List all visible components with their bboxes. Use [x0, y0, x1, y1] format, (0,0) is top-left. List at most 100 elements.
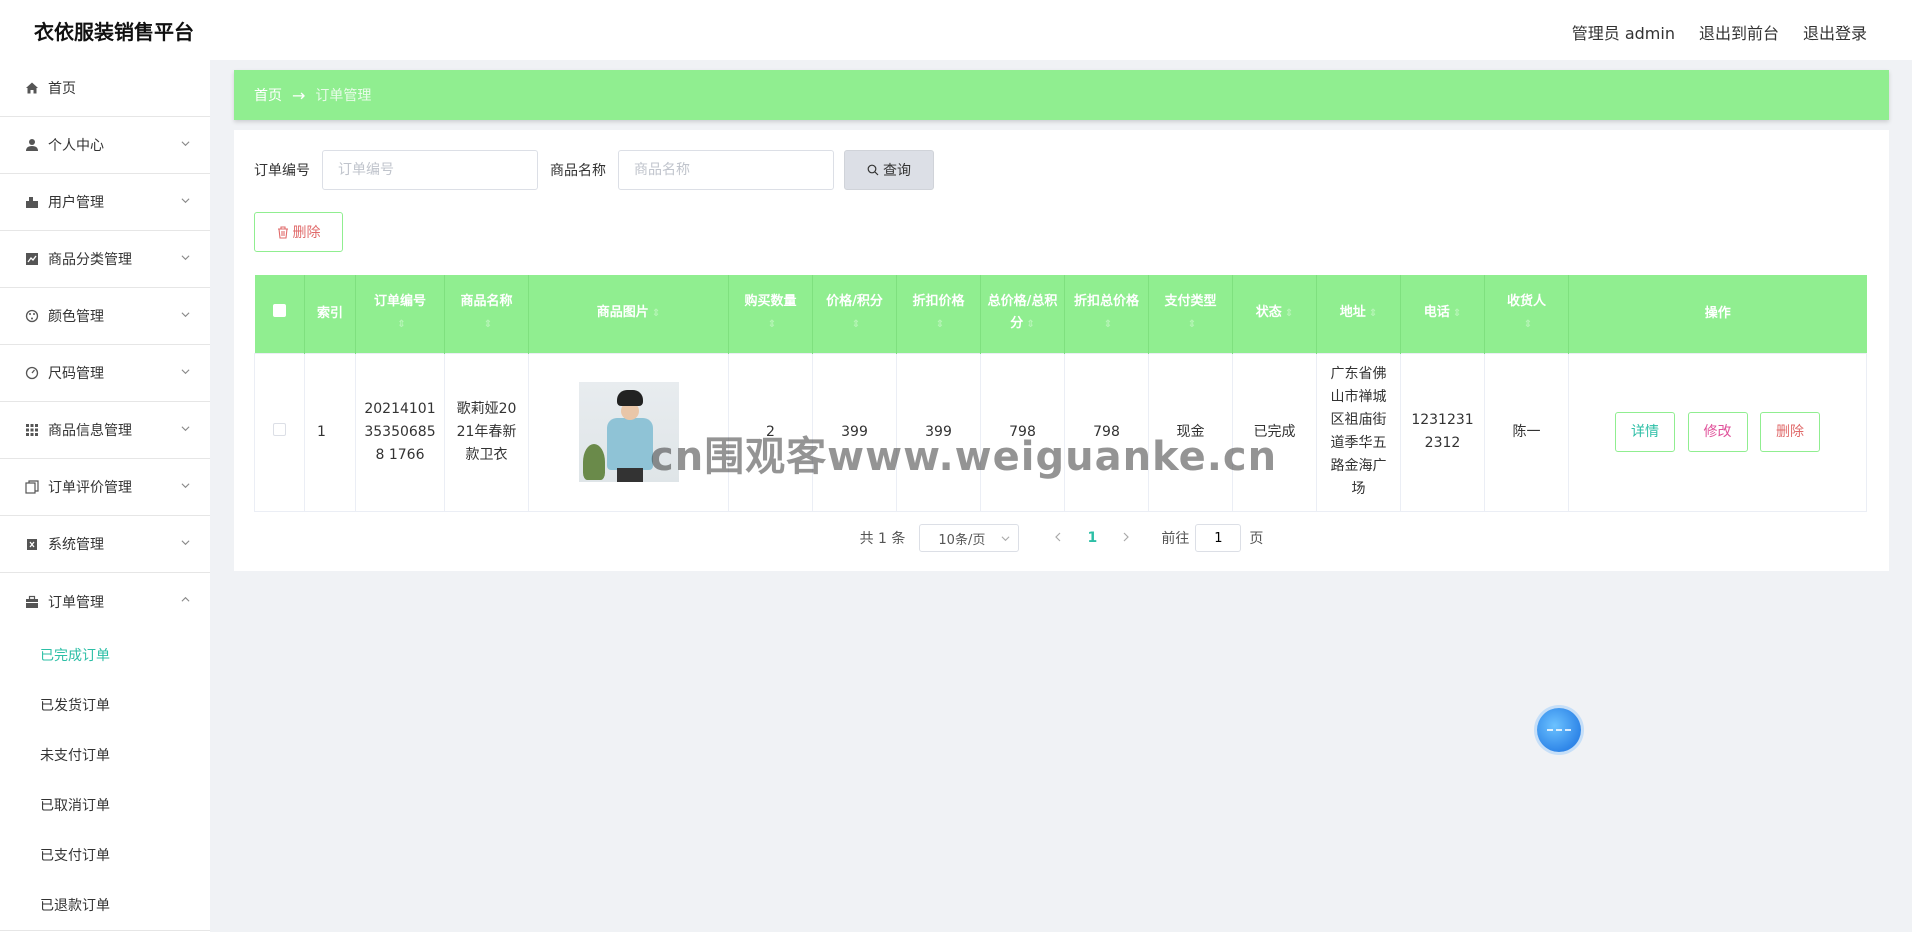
- chevron-left-icon: [1055, 532, 1061, 542]
- sidebar-item-label: 用户管理: [48, 195, 104, 211]
- sidebar-item-order-management[interactable]: 订单管理: [0, 573, 210, 630]
- chevron-down-icon: [181, 369, 190, 375]
- sidebar-item-user-management[interactable]: 用户管理: [0, 174, 210, 231]
- submenu-shipped-orders[interactable]: 已发货订单: [0, 680, 210, 730]
- order-no-input[interactable]: [322, 150, 538, 190]
- chevron-up-icon: [181, 596, 190, 602]
- sidebar-item-label: 订单评价管理: [48, 480, 132, 496]
- col-total[interactable]: 总价格/总积分 ⇕: [980, 275, 1065, 353]
- select-all-cell: [254, 275, 305, 353]
- chevron-down-icon: [181, 312, 190, 318]
- col-qty[interactable]: 购买数量 ⇕: [728, 275, 813, 353]
- page-size-value: 10条/页: [938, 532, 986, 548]
- sidebar-item-home[interactable]: 首页: [0, 60, 210, 117]
- col-actions: 操作: [1568, 275, 1867, 353]
- sort-icon: ⇕: [397, 319, 406, 331]
- select-all-checkbox[interactable]: [272, 303, 286, 317]
- col-price[interactable]: 价格/积分 ⇕: [812, 275, 897, 353]
- submenu-cancelled-orders[interactable]: 已取消订单: [0, 780, 210, 830]
- col-status[interactable]: 状态 ⇕: [1232, 275, 1317, 353]
- cell-address: 广东省佛山市禅城区祖庙街道季华五路金海广场: [1316, 352, 1401, 512]
- sort-icon: ⇕: [1284, 308, 1294, 320]
- breadcrumb-home[interactable]: 首页: [254, 85, 282, 105]
- detail-button[interactable]: 详情: [1615, 412, 1676, 452]
- sidebar-item-product-info-management[interactable]: 商品信息管理: [0, 402, 210, 459]
- order-panel: 订单编号 商品名称 查询 删除 索引 订单编号⇕ 商品名称⇕ 商品图片⇕: [234, 130, 1889, 571]
- col-price-label: 价格/积分: [826, 294, 883, 310]
- col-receiver[interactable]: 收货人 ⇕: [1484, 275, 1569, 353]
- watermark: cn围观客www.weiguanke.cn: [650, 434, 1278, 480]
- sidebar-item-color-management[interactable]: 颜色管理: [0, 288, 210, 345]
- clipboard-icon: [24, 537, 39, 552]
- sidebar-item-category-management[interactable]: 商品分类管理: [0, 231, 210, 288]
- sidebar-item-label: 首页: [48, 81, 76, 97]
- col-order-no[interactable]: 订单编号 ⇕: [355, 275, 445, 353]
- breadcrumb-current: 订单管理: [315, 88, 372, 104]
- sidebar-item-label: 订单管理: [48, 594, 104, 611]
- search-icon: [867, 164, 879, 176]
- sort-icon: ⇕: [1368, 308, 1378, 320]
- sidebar-item-order-review-management[interactable]: 订单评价管理: [0, 459, 210, 516]
- breadcrumb-separator: →: [292, 85, 306, 105]
- goto-page-input[interactable]: [1195, 524, 1242, 552]
- submenu-paid-orders[interactable]: 已支付订单: [0, 830, 210, 880]
- batch-delete-button[interactable]: 删除: [254, 212, 343, 252]
- submenu-unpaid-orders[interactable]: 未支付订单: [0, 730, 210, 780]
- home-icon: [24, 81, 39, 96]
- cell-actions: 详情 修改 删除: [1568, 352, 1867, 512]
- row-checkbox[interactable]: [273, 422, 286, 436]
- col-product-name[interactable]: 商品名称 ⇕: [444, 275, 529, 353]
- sort-icon: ⇕: [1103, 319, 1113, 331]
- users-icon: [24, 195, 39, 210]
- col-phone[interactable]: 电话 ⇕: [1400, 275, 1485, 353]
- exit-to-frontend-link[interactable]: 退出到前台: [1699, 20, 1779, 44]
- cell-product-name: 歌莉娅2021年春新款卫衣: [444, 352, 529, 512]
- col-discount-price[interactable]: 折扣价格 ⇕: [896, 275, 981, 353]
- sidebar-item-system-management[interactable]: 系统管理: [0, 516, 210, 573]
- edit-button[interactable]: 修改: [1687, 412, 1748, 452]
- col-product-name-label: 商品名称: [460, 294, 513, 310]
- prev-page-button[interactable]: [1043, 530, 1073, 546]
- floating-assistant-button[interactable]: [1537, 708, 1581, 752]
- search-form: 订单编号 商品名称 查询: [254, 150, 934, 190]
- grid-icon: [24, 423, 39, 438]
- chevron-down-icon: [1001, 535, 1010, 541]
- query-button[interactable]: 查询: [844, 150, 934, 190]
- logout-link[interactable]: 退出登录: [1803, 20, 1867, 44]
- chevron-down-icon: [181, 198, 190, 204]
- sort-icon: ⇕: [1187, 319, 1197, 331]
- col-discount-total[interactable]: 折扣总价格 ⇕: [1064, 275, 1149, 353]
- col-discount-total-label: 折扣总价格: [1073, 294, 1139, 310]
- cell-index: 1: [304, 352, 356, 512]
- header-actions: 管理员 admin 退出到前台 退出登录: [1572, 20, 1867, 44]
- sort-icon: ⇕: [1523, 319, 1533, 331]
- page-number[interactable]: 1: [1073, 530, 1111, 546]
- sort-icon: ⇕: [935, 319, 945, 331]
- col-receiver-label: 收货人: [1506, 294, 1546, 310]
- query-button-label: 查询: [883, 163, 911, 179]
- col-address[interactable]: 地址 ⇕: [1316, 275, 1401, 353]
- sidebar-item-size-management[interactable]: 尺码管理: [0, 345, 210, 402]
- col-index: 索引: [304, 275, 356, 353]
- col-product-image[interactable]: 商品图片 ⇕: [528, 275, 729, 353]
- chevron-right-icon: [1123, 532, 1130, 542]
- page-size-select[interactable]: 10条/页: [919, 524, 1020, 552]
- page-suffix: 页: [1249, 531, 1264, 547]
- chevron-down-icon: [181, 141, 190, 147]
- briefcase-icon: [24, 594, 39, 609]
- col-pay-type[interactable]: 支付类型 ⇕: [1148, 275, 1233, 353]
- col-address-label: 地址: [1339, 305, 1366, 321]
- app-title: 衣依服装销售平台: [34, 20, 194, 44]
- sidebar-item-label: 个人中心: [48, 138, 104, 154]
- sidebar-item-personal-center[interactable]: 个人中心: [0, 117, 210, 174]
- next-page-button[interactable]: [1111, 530, 1141, 546]
- delete-button[interactable]: 删除: [1759, 412, 1820, 452]
- submenu-refunded-orders[interactable]: 已退款订单: [0, 880, 210, 930]
- col-pay-type-label: 支付类型: [1164, 294, 1217, 310]
- product-name-input[interactable]: [618, 150, 834, 190]
- submenu-completed-orders[interactable]: 已完成订单: [0, 630, 210, 680]
- row-select-cell: [254, 352, 305, 512]
- col-discount-price-label: 折扣价格: [912, 294, 965, 310]
- trash-icon: [277, 225, 288, 239]
- col-phone-label: 电话: [1423, 305, 1450, 321]
